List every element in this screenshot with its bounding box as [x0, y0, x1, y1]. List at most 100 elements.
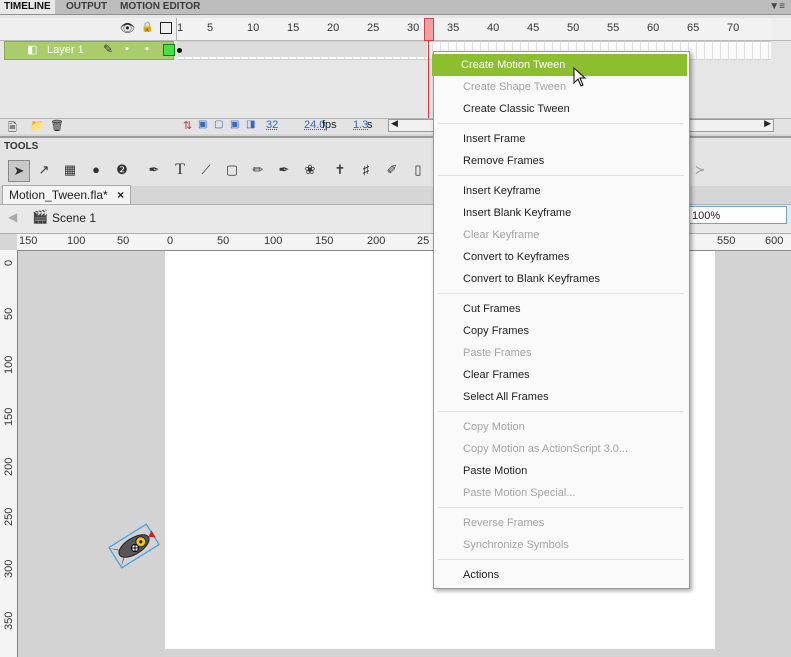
menu-item-select-all-frames[interactable]: Select All Frames	[434, 386, 689, 408]
edit-multiple-icon[interactable]: ▣	[230, 119, 239, 130]
document-tab[interactable]: Motion_Tween.fla* ×	[2, 185, 132, 204]
visibility-dot-icon[interactable]: •	[125, 43, 129, 55]
menu-separator	[438, 411, 684, 412]
eyedropper-tool-icon[interactable]: ✐	[382, 160, 402, 180]
ruler-label: 200	[3, 457, 15, 476]
panel-menu-icon[interactable]: ▼≡	[769, 1, 785, 12]
frame-number: 10	[247, 22, 260, 34]
menu-item-convert-to-keyframes[interactable]: Convert to Keyframes	[434, 246, 689, 268]
lock-dot-icon[interactable]: •	[145, 43, 149, 55]
current-frame[interactable]: 32	[266, 119, 278, 131]
menu-item-insert-frame[interactable]: Insert Frame	[434, 128, 689, 150]
menu-item-cut-frames[interactable]: Cut Frames	[434, 298, 689, 320]
frame-number: 65	[687, 22, 700, 34]
outline-toggle-icon[interactable]	[160, 22, 172, 34]
frame-ruler[interactable]: 1 5 10 15 20 25 30 35 40 45 50 55 60 65 …	[176, 18, 771, 40]
menu-item-clear-frames[interactable]: Clear Frames	[434, 364, 689, 386]
eye-icon[interactable]: 👁	[120, 21, 135, 35]
menu-item-synchronize-symbols[interactable]: Synchronize Symbols	[434, 534, 689, 556]
onion-skin-icon[interactable]: ▣	[198, 119, 207, 130]
rectangle-tool-icon[interactable]: ▢	[222, 160, 242, 180]
menu-separator	[438, 175, 684, 176]
scene-name[interactable]: Scene 1	[52, 211, 96, 225]
free-transform-tool-icon[interactable]: ▦	[60, 160, 80, 180]
keyframe-dot[interactable]	[177, 48, 182, 53]
menu-item-actions[interactable]: Actions	[434, 564, 689, 586]
close-icon[interactable]: ×	[117, 188, 124, 202]
frame-number: 50	[567, 22, 580, 34]
lasso-tool-icon[interactable]: ❷	[112, 160, 132, 180]
document-tab-title: Motion_Tween.fla*	[9, 188, 108, 202]
pencil-tool-icon[interactable]: ✏	[248, 160, 268, 180]
menu-item-insert-keyframe[interactable]: Insert Keyframe	[434, 180, 689, 202]
layer-row[interactable]: ◧ Layer 1 ✎ • •	[4, 41, 175, 60]
menu-separator	[438, 507, 684, 508]
menu-item-clear-keyframe[interactable]: Clear Keyframe	[434, 224, 689, 246]
menu-item-paste-motion-special[interactable]: Paste Motion Special...	[434, 482, 689, 504]
layer-name[interactable]: Layer 1	[47, 44, 84, 56]
menu-item-create-motion-tween[interactable]: Create Motion Tween	[432, 54, 687, 76]
menu-item-remove-frames[interactable]: Remove Frames	[434, 150, 689, 172]
eraser-tool-icon[interactable]: ▯	[408, 160, 428, 180]
scroll-left-icon[interactable]: ◀	[391, 118, 398, 129]
ruler-label: 0	[167, 235, 174, 247]
tab-motion-editor[interactable]: MOTION EDITOR	[116, 0, 204, 14]
bone-tool-icon[interactable]: ✝	[330, 160, 350, 180]
onion-outline-icon[interactable]: ▢	[214, 119, 223, 130]
onion-markers-icon[interactable]: ◨	[246, 119, 255, 130]
tools-title: TOOLS	[4, 141, 39, 152]
ruler-label: 250	[3, 507, 15, 526]
frame-number: 30	[407, 22, 420, 34]
scroll-right-icon[interactable]: ▶	[764, 118, 771, 129]
ruler-label: 50	[117, 235, 130, 247]
line-tool-icon[interactable]: ⟋	[196, 160, 216, 180]
ruler-label: 600	[765, 235, 784, 247]
menu-item-convert-to-blank-keyframes[interactable]: Convert to Blank Keyframes	[434, 268, 689, 290]
frame-number: 20	[327, 22, 340, 34]
menu-separator	[438, 123, 684, 124]
pen-tool-icon[interactable]: ✒	[144, 160, 164, 180]
menu-item-reverse-frames[interactable]: Reverse Frames	[434, 512, 689, 534]
ruler-label: 25	[417, 235, 430, 247]
menu-item-paste-frames[interactable]: Paste Frames	[434, 342, 689, 364]
lock-icon[interactable]: 🔒	[141, 22, 153, 33]
selection-tool-icon[interactable]: ➤	[8, 160, 30, 182]
frame-number: 60	[647, 22, 660, 34]
paint-bucket-tool-icon[interactable]: ♯	[356, 160, 376, 180]
3d-rotation-tool-icon[interactable]: ●	[86, 160, 106, 180]
deco-tool-icon[interactable]: ❀	[300, 160, 320, 180]
collapse-arrow-icon[interactable]: ≻	[690, 160, 710, 180]
new-folder-icon[interactable]: 📁	[30, 119, 44, 132]
menu-item-copy-frames[interactable]: Copy Frames	[434, 320, 689, 342]
menu-item-paste-motion[interactable]: Paste Motion	[434, 460, 689, 482]
zoom-field[interactable]: 100%	[689, 206, 787, 224]
frame-number: 25	[367, 22, 380, 34]
frame-span[interactable]	[177, 42, 427, 57]
tab-output[interactable]: OUTPUT	[62, 0, 111, 14]
tab-timeline[interactable]: TIMELINE	[0, 0, 55, 14]
elapsed-time: 1.3	[353, 119, 369, 131]
frame-rate-unit: fps	[322, 119, 337, 131]
menu-item-create-shape-tween[interactable]: Create Shape Tween	[434, 76, 689, 98]
menu-item-copy-motion[interactable]: Copy Motion	[434, 416, 689, 438]
ruler-label: 150	[315, 235, 334, 247]
menu-item-insert-blank-keyframe[interactable]: Insert Blank Keyframe	[434, 202, 689, 224]
playhead-line	[428, 40, 429, 120]
frame-number: 35	[447, 22, 460, 34]
elapsed-time-unit: s	[367, 119, 373, 131]
playhead[interactable]	[424, 18, 434, 41]
text-tool-icon[interactable]: T	[170, 160, 190, 180]
subselection-tool-icon[interactable]: ↗	[34, 160, 54, 180]
ruler-label: 150	[3, 407, 15, 426]
brush-tool-icon[interactable]: ✒	[274, 160, 294, 180]
center-frame-icon[interactable]: ⇅	[183, 119, 192, 132]
menu-item-create-classic-tween[interactable]: Create Classic Tween	[434, 98, 689, 120]
menu-separator	[438, 559, 684, 560]
outline-color-swatch[interactable]	[163, 44, 175, 56]
vertical-ruler: 0 50 100 150 200 250 300 350	[0, 250, 18, 657]
delete-layer-icon[interactable]: 🗑	[50, 119, 64, 132]
ruler-label: 50	[217, 235, 230, 247]
back-arrow-icon[interactable]: ◀	[8, 210, 17, 224]
menu-item-copy-motion-as-actionscript[interactable]: Copy Motion as ActionScript 3.0...	[434, 438, 689, 460]
rocket-symbol[interactable]	[108, 520, 160, 572]
